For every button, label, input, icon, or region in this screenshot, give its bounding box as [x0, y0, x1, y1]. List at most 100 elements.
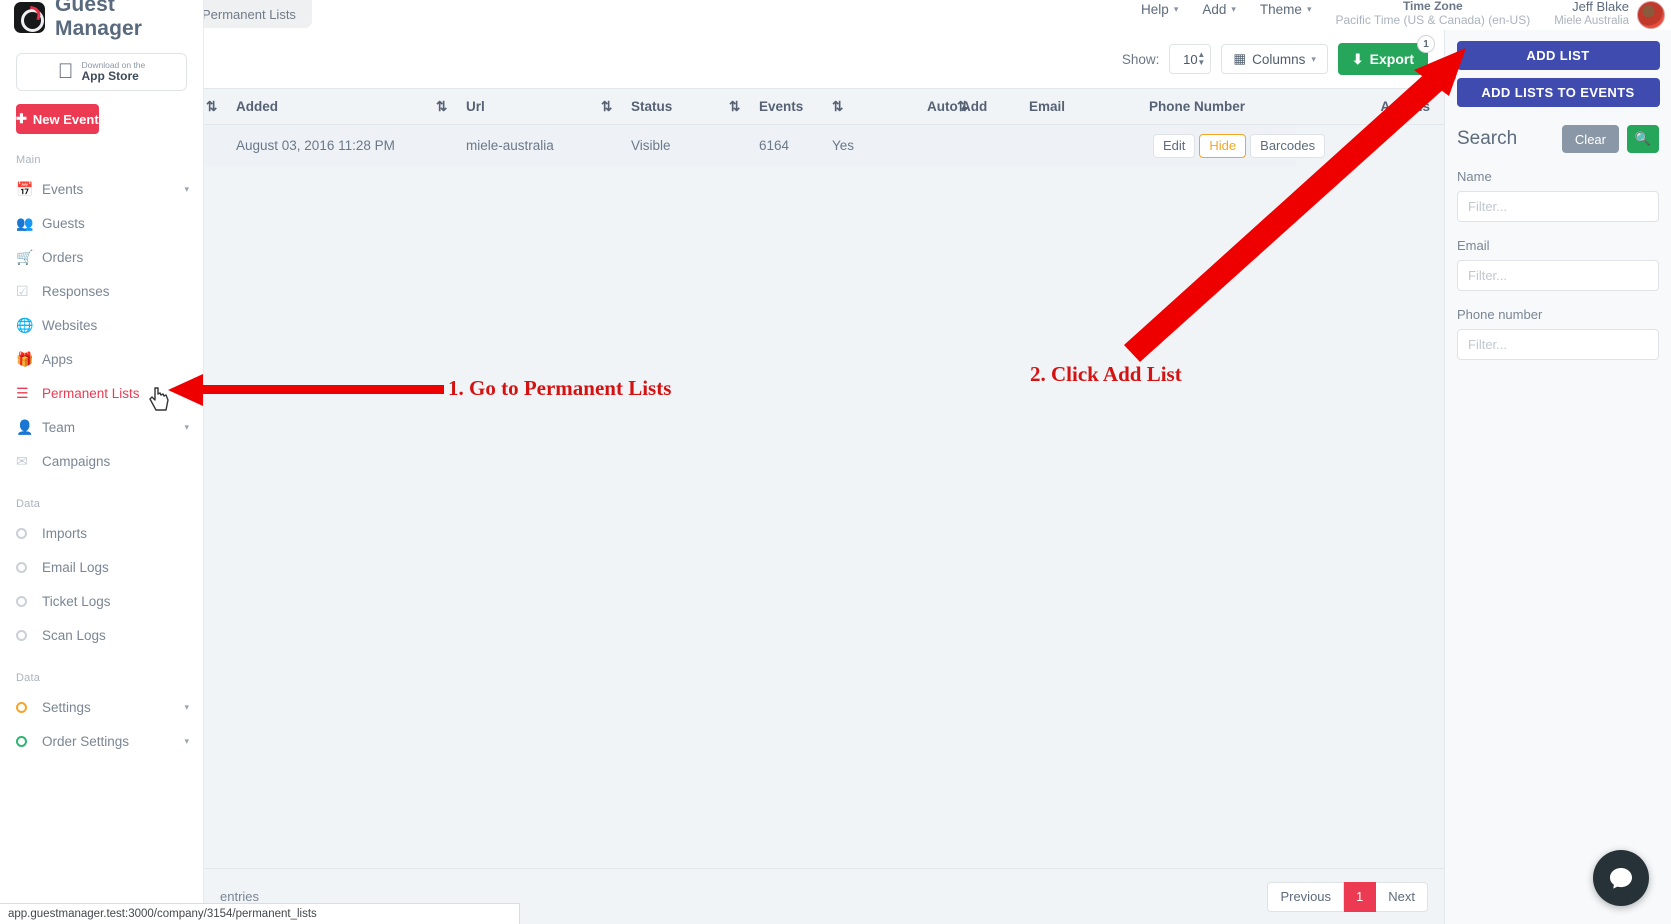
column-header-url[interactable]: Url [464, 88, 599, 125]
hide-button[interactable]: Hide [1199, 133, 1247, 158]
cart-icon: 🛒 [16, 248, 34, 265]
sort-toggle[interactable]: ⇅ [599, 88, 629, 125]
sidebar-item-label: Orders [42, 249, 84, 265]
add-lists-to-events-button[interactable]: ADD LISTS TO EVENTS [1456, 78, 1660, 107]
help-label: Help [1141, 2, 1169, 17]
columns-button[interactable]: ▦ Columns ▾ [1221, 44, 1328, 74]
chevron-down-icon: ▾ [1231, 4, 1236, 14]
sidebar-item-guests[interactable]: 👥 Guests [0, 206, 203, 240]
cell-spacer [727, 124, 757, 167]
export-count-badge: 1 [1417, 35, 1435, 53]
sidebar-item-label: Websites [42, 317, 98, 333]
table-row[interactable]: August 03, 2016 11:28 PM miele-australia V… [204, 124, 1444, 167]
filter-label: Name [1457, 169, 1492, 184]
filter-input-name[interactable] [1457, 191, 1659, 222]
sidebar-item-label: Campaigns [42, 453, 111, 469]
chevron-down-icon: ▾ [184, 735, 189, 746]
sidebar-item-label: Settings [42, 699, 91, 715]
app-store-badge[interactable]:  Download on the App Store [16, 53, 187, 91]
sidebar-item-imports[interactable]: Imports [0, 516, 203, 550]
search-submit-button[interactable]: 🔍 [1627, 125, 1659, 153]
barcodes-button[interactable]: Barcodes [1250, 133, 1326, 158]
sidebar-item-label: Responses [42, 283, 110, 299]
filter-input-phone-number[interactable] [1457, 329, 1659, 360]
filter-input-email[interactable] [1457, 260, 1659, 291]
column-header-email[interactable]: Email [1027, 88, 1147, 125]
avatar[interactable] [1637, 1, 1665, 29]
status-bar-url: app.guestmanager.test:3000/company/3154/… [0, 903, 520, 924]
sort-toggle[interactable]: ⇅ [204, 88, 234, 125]
gift-icon: 🎁 [16, 350, 34, 367]
main-content: Show: 10 ▲ ▼ ▦ Columns ▾ ⬇ Export 1 ⇅ Ad… [204, 30, 1444, 924]
sidebar-item-websites[interactable]: 🌐 Websites [0, 308, 203, 342]
timezone-block[interactable]: Time Zone Pacific Time (US & Canada) (en… [1323, 0, 1542, 28]
intercom-chat-button[interactable] [1593, 850, 1649, 906]
sidebar-item-apps[interactable]: 🎁 Apps [0, 342, 203, 376]
stepper-arrows-icon: ▲ ▼ [1197, 50, 1206, 67]
cell-actions: Edit Hide Barcodes [1147, 124, 1326, 167]
sidebar-item-permanent-lists[interactable]: ☰ Permanent Lists [0, 376, 203, 410]
sidebar-item-settings[interactable]: Settings ▾ [0, 690, 203, 724]
edit-button[interactable]: Edit [1153, 133, 1196, 158]
sidebar-item-label: Scan Logs [42, 627, 106, 643]
theme-menu[interactable]: Theme ▾ [1248, 0, 1324, 17]
chevron-down-icon: ▾ [1173, 4, 1179, 14]
sidebar-item-team[interactable]: 👤 Team ▾ [0, 410, 203, 444]
sidebar-item-label: Email Logs [42, 559, 109, 575]
cell-url: miele-australia [464, 124, 599, 167]
column-header-added[interactable]: Added [234, 88, 434, 125]
cell-phone [1027, 124, 1147, 167]
clear-filters-button[interactable]: Clear [1561, 125, 1619, 153]
tab-permanent-lists[interactable]: Permanent Lists [186, 0, 312, 28]
app-store-line2: App Store [73, 69, 138, 84]
export-button[interactable]: ⬇ Export 1 [1337, 35, 1435, 75]
tab-label: Permanent Lists [202, 6, 296, 22]
cell-spacer [434, 124, 464, 167]
sort-toggle[interactable]: ⇅ [727, 88, 757, 125]
column-header-actions[interactable]: Actions [1295, 88, 1444, 125]
person-icon: 👤 [16, 418, 34, 435]
chevron-down-icon: ▾ [184, 701, 189, 712]
apple-icon:  [58, 61, 74, 82]
sidebar-item-label: Guests [42, 215, 85, 231]
calendar-icon: 📅 [16, 180, 34, 197]
sort-toggle[interactable]: ⇅ [955, 88, 1027, 125]
sidebar-item-events[interactable]: 📅 Events ▾ [0, 172, 203, 206]
sidebar-section-title: Main [16, 154, 41, 166]
new-event-button[interactable]: ✚ New Event [16, 104, 99, 134]
add-list-button[interactable]: ADD LIST [1456, 41, 1660, 70]
add-menu[interactable]: Add ▾ [1190, 0, 1248, 17]
envelope-icon: ✉ [16, 452, 28, 469]
sidebar-item-email-logs[interactable]: Email Logs [0, 550, 203, 584]
filter-group: Name [1445, 153, 1671, 222]
sidebar-item-responses[interactable]: ☑ Responses [0, 274, 203, 308]
pagination-next[interactable]: Next [1376, 881, 1428, 912]
user-menu[interactable]: Jeff Blake Miele Australia [1542, 0, 1637, 28]
search-filters: Name Email Phone number [1445, 153, 1671, 360]
pagination-previous[interactable]: Previous [1267, 881, 1345, 912]
sort-toggle[interactable]: ⇅ [434, 88, 464, 125]
right-panel: ADD LIST ADD LISTS TO EVENTS Search Clea… [1444, 30, 1671, 924]
sidebar: Guest Manager  Download on the App Stor… [0, 0, 204, 924]
brand[interactable]: Guest Manager [0, 0, 203, 40]
sidebar-item-order-settings[interactable]: Order Settings ▾ [0, 724, 203, 758]
column-header-phone-number[interactable]: Phone Number [1147, 88, 1296, 125]
user-org: Miele Australia [1554, 14, 1629, 27]
filter-label: Phone number [1457, 307, 1543, 322]
pagination-page-1[interactable]: 1 [1344, 881, 1377, 912]
column-header-events[interactable]: Events [757, 88, 830, 125]
page-size-stepper[interactable]: 10 ▲ ▼ [1169, 44, 1212, 74]
column-header-auto-add[interactable]: Auto Add [925, 88, 987, 125]
column-header-status[interactable]: Status [629, 88, 727, 125]
sidebar-item-orders[interactable]: 🛒 Orders [0, 240, 203, 274]
chevron-down-icon: ▾ [1306, 4, 1312, 14]
sidebar-item-campaigns[interactable]: ✉ Campaigns [0, 444, 203, 478]
table-header-row: ⇅Added⇅Url⇅Status⇅Events⇅Auto Add⇅EmailP… [204, 88, 1444, 125]
sidebar-item-scan-logs[interactable]: Scan Logs [0, 618, 203, 652]
sidebar-item-ticket-logs[interactable]: Ticket Logs [0, 584, 203, 618]
plus-icon: ✚ [16, 111, 27, 126]
ring-icon [16, 527, 42, 539]
sort-toggle[interactable]: ⇅ [830, 88, 925, 125]
help-menu[interactable]: Help ▾ [1129, 0, 1190, 17]
sidebar-item-label: Imports [42, 525, 88, 541]
